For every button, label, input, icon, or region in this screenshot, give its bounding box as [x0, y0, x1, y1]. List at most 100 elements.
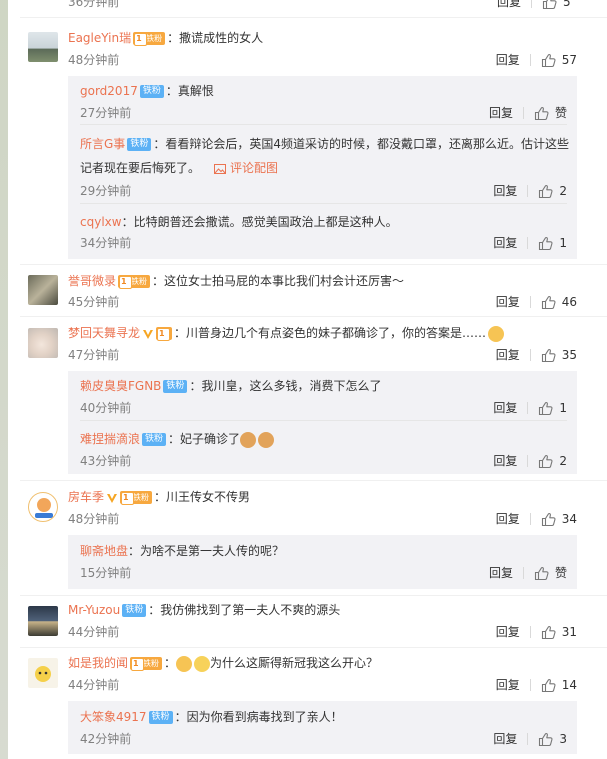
like-count: 赞	[554, 566, 567, 580]
like-button[interactable]: 31	[541, 624, 577, 640]
comment-text: ：我仿佛找到了第一夫人不爽的源头	[148, 603, 341, 617]
divider	[20, 17, 607, 18]
reply-time: 29分钟前	[80, 184, 132, 198]
like-button[interactable]: 赞	[534, 565, 567, 581]
reply-box: gord2017 铁粉 ：真解恨 27分钟前 回复赞 所言G事 铁粉 ：看看辩论会后，英…	[68, 76, 577, 259]
reply-button[interactable]: 回复	[496, 511, 520, 527]
comment-line: 如是我的闻 1 铁粉：为什么这厮得新冠我这么开心？	[68, 655, 379, 672]
comment-actions: 回复 31	[496, 624, 577, 640]
thumbs-up-icon	[541, 295, 556, 309]
username[interactable]: 赖皮臭臭FGNB	[80, 379, 161, 393]
reply-time: 42分钟前	[80, 732, 132, 746]
like-button[interactable]: 2	[538, 183, 567, 199]
comment-line: EagleYin瑞 1 铁粉 ：撒谎成性的女人	[68, 29, 583, 47]
reply-button[interactable]: 回复	[497, 0, 521, 10]
reply-time: 43分钟前	[80, 454, 132, 468]
reply-button[interactable]: 回复	[496, 52, 520, 68]
like-count: 31	[561, 625, 577, 639]
comment-picture-link[interactable]: 评论配图	[214, 161, 278, 175]
like-button[interactable]: 1	[538, 400, 567, 416]
username[interactable]: 房车季	[68, 490, 104, 504]
fan-badge: 1 铁粉	[133, 32, 166, 46]
reply-text: ：真解恨	[165, 84, 214, 98]
like-button[interactable]: 2	[538, 453, 567, 469]
reply-text: ：看看辩论会后，英国4频道采访的时候，都没戴口罩，还离那么近。估计这些	[153, 137, 569, 151]
username[interactable]: 难捏揣滴浪	[80, 432, 140, 446]
cat-emoji-icon	[488, 325, 505, 342]
username[interactable]: 誉哥微录	[68, 274, 116, 288]
reply-button[interactable]: 回复	[493, 453, 517, 469]
fan-badge: 1	[156, 327, 173, 341]
like-button[interactable]: 35	[541, 347, 577, 363]
fan-badge: 1 铁粉	[120, 491, 153, 505]
reply-button[interactable]: 回复	[496, 294, 520, 310]
cat-emoji-icon	[240, 431, 257, 448]
reply-button[interactable]: 回复	[489, 105, 513, 121]
like-count: 35	[561, 348, 577, 362]
like-button[interactable]: 赞	[534, 105, 567, 121]
verified-v-icon	[143, 329, 154, 339]
tie-fan-badge: 铁粉	[139, 85, 164, 98]
comment-line: 誉哥微录 1 铁粉 ：这位女士拍马屁的本事比我们村会计还厉害～	[68, 272, 583, 290]
prev-comment-actions: 回复 5	[497, 0, 577, 10]
like-button[interactable]: 57	[541, 52, 577, 68]
like-count: 1	[559, 401, 567, 415]
username[interactable]: EagleYin瑞	[68, 31, 131, 45]
thumbs-up-icon	[541, 348, 556, 362]
like-count: 57	[561, 53, 577, 67]
comment-actions: 回复 14	[496, 677, 577, 693]
username[interactable]: gord2017	[80, 84, 138, 98]
reply-button[interactable]: 回复	[493, 183, 517, 199]
reply-text-cont: 记者现在要后悔死了。	[80, 161, 201, 175]
avatar[interactable]	[28, 492, 58, 522]
thumbs-up-icon	[541, 625, 556, 639]
comment-text: 为什么这厮得新冠我这么开心？	[210, 656, 379, 670]
avatar[interactable]	[28, 658, 58, 688]
like-button[interactable]: 3	[538, 731, 567, 747]
comment-actions: 回复 46	[496, 294, 577, 310]
like-button[interactable]: 46	[541, 294, 577, 310]
thumbs-up-icon	[542, 0, 557, 9]
comment-line: 梦回天舞寻龙 1 ：川普身边几个有点姿色的妹子都确诊了，你的答案是……	[68, 324, 583, 342]
username[interactable]: 大笨象4917	[80, 710, 147, 724]
tie-fan-badge: 铁粉	[163, 380, 188, 393]
left-rail	[0, 0, 8, 759]
reply-text: ：妃子确诊了	[168, 432, 241, 446]
divider	[20, 480, 607, 481]
avatar[interactable]	[28, 606, 58, 636]
reply-button[interactable]: 回复	[496, 347, 520, 363]
username[interactable]: 如是我的闻	[68, 656, 128, 670]
reply-button[interactable]: 回复	[493, 235, 517, 251]
like-button[interactable]: 34	[541, 511, 577, 527]
thumbs-up-icon	[539, 236, 553, 250]
thumbs-up-icon	[541, 53, 556, 67]
like-button[interactable]: 14	[541, 677, 577, 693]
reply-time: 15分钟前	[80, 566, 132, 580]
like-button[interactable]: 5	[542, 0, 577, 10]
reply-button[interactable]: 回复	[496, 624, 520, 640]
comment-text: ：川王传女不传男	[154, 490, 251, 504]
like-button[interactable]: 1	[538, 235, 567, 251]
reply-text: ：我川皇，这么多钱，消费下怎么了	[189, 379, 382, 393]
reply-box: 大笨象4917 铁粉 ：因为你看到病毒找到了亲人！ 42分钟前 回复 3	[68, 701, 577, 754]
reply-time: 40分钟前	[80, 401, 132, 415]
reply-button[interactable]: 回复	[489, 565, 513, 581]
reply-button[interactable]: 回复	[496, 677, 520, 693]
avatar[interactable]	[28, 32, 58, 62]
divider	[20, 647, 607, 648]
divider	[20, 595, 607, 596]
reply-time: 27分钟前	[80, 106, 132, 120]
reply-button[interactable]: 回复	[493, 731, 517, 747]
username[interactable]: Mr-Yuzou	[68, 603, 120, 617]
username[interactable]: 梦回天舞寻龙	[68, 326, 140, 340]
tie-fan-badge: 铁粉	[122, 604, 147, 617]
username[interactable]: cqylxw	[80, 215, 122, 229]
reply-button[interactable]: 回复	[493, 400, 517, 416]
cat-emoji-icon	[258, 431, 275, 448]
avatar[interactable]	[28, 328, 58, 358]
username[interactable]: 所言G事	[80, 137, 125, 151]
avatar[interactable]	[28, 275, 58, 305]
like-count: 2	[559, 184, 567, 198]
thumbs-up-icon	[539, 184, 553, 198]
username[interactable]: 聊斋地盘	[80, 544, 128, 558]
